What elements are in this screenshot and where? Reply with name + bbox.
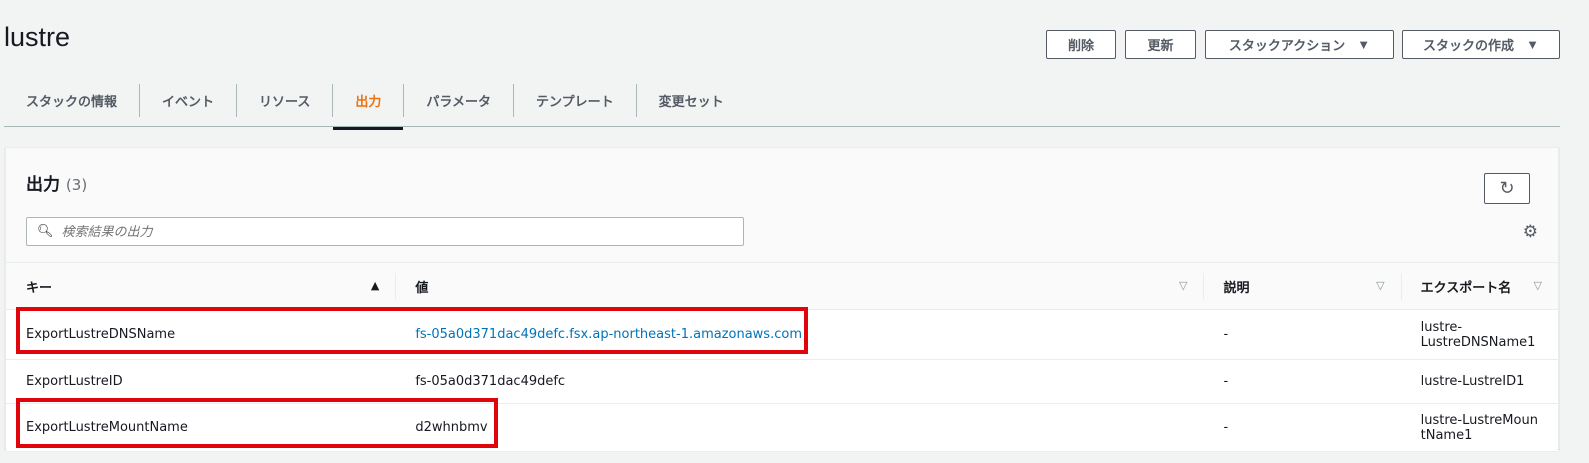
tab-events[interactable]: イベント xyxy=(140,84,238,117)
create-stack-button[interactable]: スタックの作成 ▼ xyxy=(1402,30,1560,59)
caret-down-icon: ▼ xyxy=(1357,37,1371,52)
table-row: ExportLustreMountName d2whnbmv - lustre-… xyxy=(6,403,1558,452)
column-header-key[interactable]: キー ▲ xyxy=(6,262,396,310)
table-row: ExportLustreID fs-05a0d371dac49defc - lu… xyxy=(6,359,1558,404)
page-title: lustre xyxy=(4,22,71,52)
refresh-button[interactable]: ↻ xyxy=(1484,173,1530,204)
output-key: ExportLustreID xyxy=(6,359,396,404)
sort-icon: ▽ xyxy=(1376,279,1385,292)
search-input[interactable] xyxy=(61,224,743,239)
update-button[interactable]: 更新 xyxy=(1125,30,1196,59)
export-name: lustre-LustreMountName1 xyxy=(1400,403,1558,452)
tab-change-sets[interactable]: 変更セット xyxy=(637,84,746,117)
output-value-link[interactable]: fs-05a0d371dac49defc.fsx.ap-northeast-1.… xyxy=(415,327,802,342)
search-field[interactable]: 🔍︎ xyxy=(26,217,744,246)
sort-icon: ▽ xyxy=(1533,279,1542,292)
column-label: 値 xyxy=(415,280,429,296)
panel-title-text: 出力 xyxy=(26,175,60,195)
output-count: (3) xyxy=(65,176,88,194)
output-value: d2whnbmv xyxy=(395,403,1204,452)
output-description: - xyxy=(1203,359,1401,404)
tab-template[interactable]: テンプレート xyxy=(514,84,637,117)
outputs-table: キー ▲ 値 ▽ 説明 ▽ エクスポート名 ▽ ExportLustreDNSName … xyxy=(6,262,1558,452)
gear-icon[interactable]: ⚙ xyxy=(1523,222,1538,242)
sort-ascending-icon: ▲ xyxy=(370,279,380,292)
tab-bar: スタックの情報 イベント リソース 出力 パラメータ テンプレート 変更セット xyxy=(4,82,1560,130)
create-stack-label: スタックの作成 xyxy=(1423,38,1515,53)
export-name: lustre-LustreID1 xyxy=(1400,359,1558,404)
output-description: - xyxy=(1203,309,1401,360)
output-key: ExportLustreMountName xyxy=(6,403,396,452)
panel-title: 出力 (3) xyxy=(26,170,87,195)
sort-icon: ▽ xyxy=(1178,279,1188,292)
table-row: ExportLustreDNSName fs-05a0d371dac49defc… xyxy=(6,309,1558,360)
output-value: fs-05a0d371dac49defc xyxy=(395,359,1204,404)
column-header-export-name[interactable]: エクスポート名 ▽ xyxy=(1400,262,1558,310)
tab-stack-info[interactable]: スタックの情報 xyxy=(4,84,141,117)
search-icon: 🔍︎ xyxy=(37,224,54,239)
tab-resources[interactable]: リソース xyxy=(237,84,334,117)
column-label: キー xyxy=(26,280,53,296)
export-name: lustre-LustreDNSName1 xyxy=(1400,309,1558,360)
column-label: エクスポート名 xyxy=(1420,280,1512,296)
refresh-icon: ↻ xyxy=(1499,178,1515,198)
outputs-panel: 出力 (3) ↻ 🔍︎ ⚙ キー▲ 値▽ 説明▽ エクスポート名▽ Export… xyxy=(5,147,1559,452)
stack-actions-button[interactable]: スタックアクション ▼ xyxy=(1205,30,1394,59)
delete-button[interactable]: 削除 xyxy=(1046,30,1116,59)
column-label: 説明 xyxy=(1223,280,1250,296)
column-header-value[interactable]: 値 ▽ xyxy=(395,262,1204,310)
output-key: ExportLustreDNSName xyxy=(6,309,396,360)
stack-actions-label: スタックアクション xyxy=(1228,38,1346,53)
caret-down-icon: ▼ xyxy=(1526,37,1539,52)
tab-outputs[interactable]: 出力 xyxy=(333,84,405,130)
column-header-description[interactable]: 説明 ▽ xyxy=(1203,262,1401,310)
tab-parameters[interactable]: パラメータ xyxy=(404,84,515,117)
output-description: - xyxy=(1203,403,1401,452)
